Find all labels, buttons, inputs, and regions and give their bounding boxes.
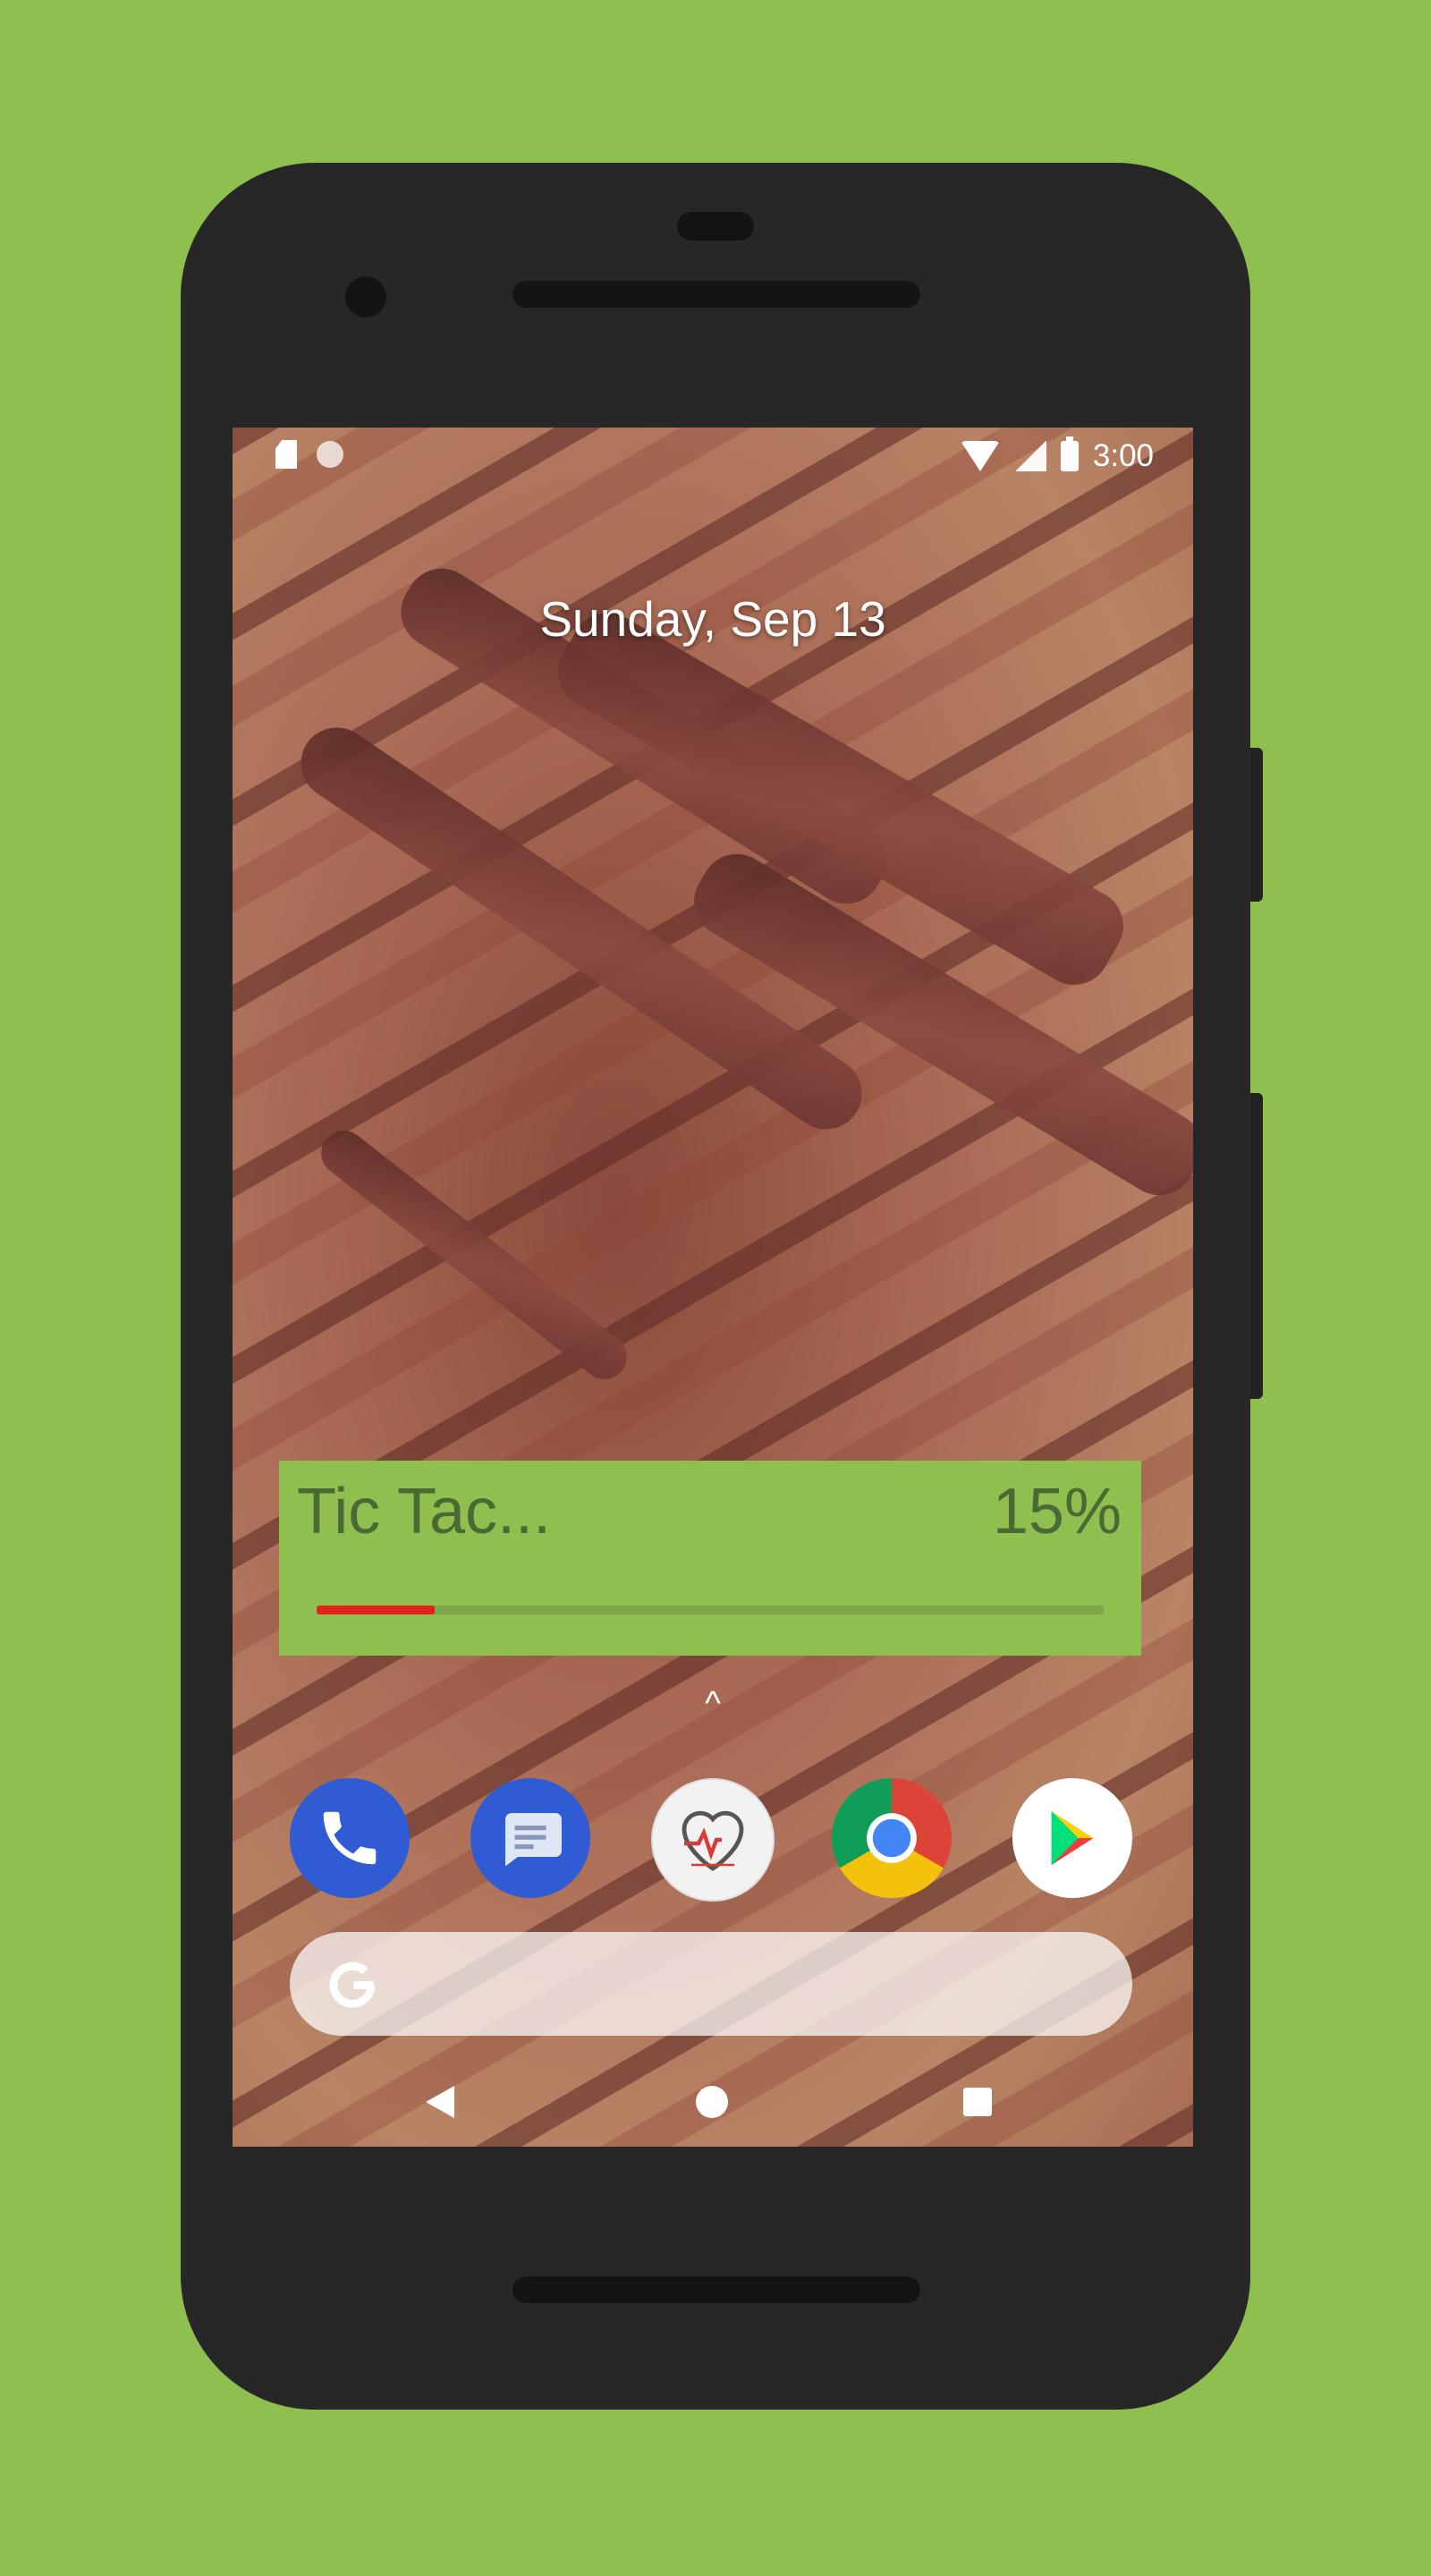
recents-button-icon[interactable]: [963, 2088, 992, 2116]
progress-fill: [317, 1606, 435, 1614]
wifi-icon: [960, 441, 1000, 471]
home-button-icon[interactable]: [696, 2086, 728, 2118]
app-dock: [233, 1778, 1193, 1903]
search-bar[interactable]: [290, 1932, 1132, 2036]
power-button: [1250, 748, 1263, 902]
bottom-speaker: [512, 2276, 920, 2303]
progress-track: [317, 1606, 1104, 1614]
earpiece: [677, 212, 754, 241]
chrome-app-icon[interactable]: [832, 1778, 952, 1898]
messages-app-icon[interactable]: [470, 1778, 590, 1898]
message-bubble-icon: [505, 1813, 562, 1867]
date-label[interactable]: Sunday, Sep 13: [233, 590, 1193, 648]
play-triangle-icon: [1051, 1811, 1094, 1865]
wallpaper-rock: [312, 1122, 636, 1388]
phone-handset-icon: [323, 1811, 377, 1865]
phone-app-icon[interactable]: [290, 1778, 410, 1898]
top-speaker: [512, 281, 920, 308]
widget-percent: 15%: [992, 1476, 1122, 1547]
moon-icon: [317, 441, 343, 468]
back-button-icon[interactable]: [426, 2086, 454, 2118]
heart-pulse-icon: [682, 1810, 744, 1871]
heart-monitor-app-icon[interactable]: [651, 1778, 775, 1902]
chrome-center-icon: [867, 1813, 917, 1863]
google-g-icon: [329, 1962, 376, 2008]
progress-widget[interactable]: Tic Tac... 15%: [279, 1461, 1141, 1656]
sd-card-icon: [275, 440, 297, 469]
status-bar: 3:00: [233, 428, 1193, 483]
volume-button: [1250, 1093, 1263, 1399]
front-camera: [345, 276, 386, 318]
battery-icon: [1060, 436, 1079, 471]
navigation-bar: [233, 2072, 1193, 2147]
signal-icon: [1013, 441, 1046, 471]
home-screen: 3:00 Sunday, Sep 13 Tic Tac... 15% ^: [233, 428, 1193, 2147]
widget-title: Tic Tac...: [297, 1476, 552, 1547]
status-clock: 3:00: [1092, 438, 1154, 473]
play-store-app-icon[interactable]: [1012, 1778, 1132, 1898]
app-drawer-arrow-icon[interactable]: ^: [693, 1687, 732, 1721]
